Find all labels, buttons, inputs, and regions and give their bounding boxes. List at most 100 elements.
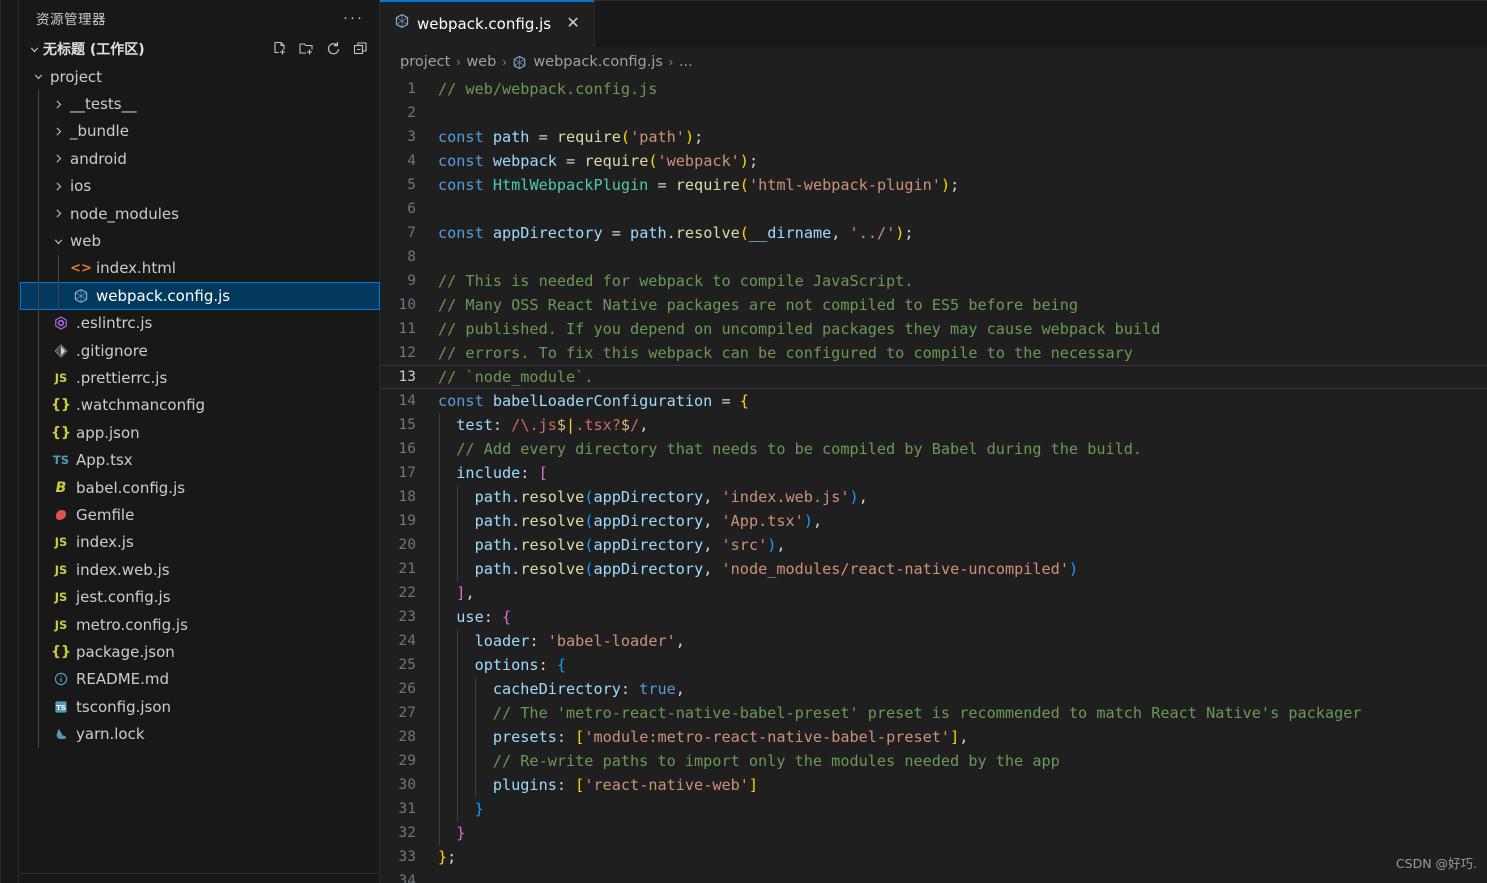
tree-folder-project[interactable]: project bbox=[20, 63, 380, 90]
file-tree[interactable]: project __tests__ _bundle android ios node_mo… bbox=[20, 63, 380, 748]
tree-file-webpack-config-js[interactable]: webpack.config.js bbox=[20, 282, 380, 310]
chevron-right-icon[interactable] bbox=[50, 178, 66, 194]
tree-file-gemfile[interactable]: Gemfile bbox=[20, 501, 380, 530]
code-editor[interactable]: 1// web/webpack.config.js 2 3 const path = … bbox=[380, 77, 1487, 883]
typescript-react-file-icon: TS bbox=[52, 453, 70, 468]
tree-file--prettierrc-js[interactable]: JS .prettierrc.js bbox=[20, 364, 380, 393]
tree-file-readme-md[interactable]: README.md bbox=[20, 665, 380, 694]
line-number: 16 bbox=[398, 441, 416, 457]
chevron-right-icon[interactable] bbox=[50, 151, 66, 167]
breadcrumb-item-file[interactable]: webpack.config.js bbox=[533, 54, 663, 70]
tree-folder-web[interactable]: web bbox=[20, 227, 380, 256]
code-line[interactable]: 27 // The 'metro-react-native-babel-pres… bbox=[380, 701, 1487, 725]
code-line[interactable]: 16 // Add every directory that needs to … bbox=[380, 437, 1487, 461]
code-line[interactable]: 5 const HtmlWebpackPlugin = require('html… bbox=[380, 173, 1487, 197]
tree-file-jest-config-js[interactable]: JS jest.config.js bbox=[20, 583, 380, 612]
tree-folder--bundle[interactable]: _bundle bbox=[20, 117, 380, 146]
tree-file-tsconfig-json[interactable]: TS tsconfig.json bbox=[20, 692, 380, 721]
code-line[interactable]: 4 const webpack = require('webpack'); bbox=[380, 149, 1487, 173]
chevron-right-icon[interactable] bbox=[50, 123, 66, 139]
tree-file--eslintrc-js[interactable]: .eslintrc.js bbox=[20, 309, 380, 338]
indent-spacer bbox=[30, 501, 50, 530]
code-line[interactable]: 11 // published. If you depend on uncompi… bbox=[380, 317, 1487, 341]
chevron-down-icon[interactable] bbox=[50, 233, 66, 249]
tree-item-label: jest.config.js bbox=[76, 588, 171, 607]
tree-folder-ios[interactable]: ios bbox=[20, 172, 380, 201]
code-token: // This is needed for webpack to compile… bbox=[438, 272, 914, 290]
code-token: / bbox=[630, 416, 640, 434]
chevron-right-icon[interactable] bbox=[50, 96, 66, 112]
code-line[interactable]: 9 // This is needed for webpack to compil… bbox=[380, 269, 1487, 293]
new-folder-icon[interactable] bbox=[297, 40, 316, 59]
indent-guide bbox=[438, 701, 440, 725]
line-number: 9 bbox=[407, 273, 416, 289]
tree-folder-android[interactable]: android bbox=[20, 145, 380, 173]
code-line[interactable]: 19 path.resolve(appDirectory, 'App.tsx')… bbox=[380, 509, 1487, 533]
code-line-text: const HtmlWebpackPlugin = require('html-… bbox=[438, 176, 959, 194]
indent-spacer bbox=[30, 556, 50, 584]
tree-file-yarn-lock[interactable]: yarn.lock bbox=[20, 720, 380, 748]
indent-spacer bbox=[20, 419, 30, 446]
code-line[interactable]: 22 ], bbox=[380, 581, 1487, 605]
tree-file-app-tsx[interactable]: TS App.tsx bbox=[20, 446, 380, 475]
code-line[interactable]: 7 const appDirectory = path.resolve(__dir… bbox=[380, 221, 1487, 245]
code-line[interactable]: 25 options: { bbox=[380, 653, 1487, 677]
breadcrumb-item-project[interactable]: project bbox=[400, 54, 450, 70]
code-line[interactable]: 1 // web/webpack.config.js bbox=[380, 77, 1487, 101]
code-line[interactable]: 32 } bbox=[380, 821, 1487, 845]
collapse-all-icon[interactable] bbox=[351, 40, 370, 59]
code-line[interactable]: 12 // errors. To fix this webpack can be … bbox=[380, 341, 1487, 365]
tree-file-index-js[interactable]: JS index.js bbox=[20, 528, 380, 557]
new-file-icon[interactable] bbox=[270, 40, 289, 59]
code-line[interactable]: 20 path.resolve(appDirectory, 'src'), bbox=[380, 533, 1487, 557]
explorer-more-actions-button[interactable]: ··· bbox=[341, 10, 366, 26]
tree-file--watchmanconfig[interactable]: {} .watchmanconfig bbox=[20, 391, 380, 420]
code-line[interactable]: 6 bbox=[380, 197, 1487, 221]
chevron-down-icon[interactable] bbox=[30, 69, 46, 85]
tree-file-index-web-js[interactable]: JS index.web.js bbox=[20, 556, 380, 584]
tree-file-app-json[interactable]: {} app.json bbox=[20, 419, 380, 447]
tree-folder--tests-[interactable]: __tests__ bbox=[20, 90, 380, 119]
line-number: 19 bbox=[398, 513, 416, 529]
code-line[interactable]: 30 plugins: ['react-native-web'] bbox=[380, 773, 1487, 797]
code-line[interactable]: 10 // Many OSS React Native packages are … bbox=[380, 293, 1487, 317]
tree-file-metro-config-js[interactable]: JS metro.config.js bbox=[20, 610, 380, 639]
code-line[interactable]: 31 } bbox=[380, 797, 1487, 821]
code-token: path bbox=[438, 560, 512, 578]
code-line[interactable]: 26 cacheDirectory: true, bbox=[380, 677, 1487, 701]
line-number: 11 bbox=[398, 321, 416, 337]
babel-file-icon: B bbox=[55, 479, 67, 496]
indent-spacer bbox=[50, 254, 70, 283]
chevron-right-icon[interactable] bbox=[50, 206, 66, 222]
code-line[interactable]: 15 test: /\.js$|.tsx?$/, bbox=[380, 413, 1487, 437]
workspace-header-row[interactable]: 无标题 (工作区) bbox=[20, 35, 380, 63]
indent-spacer bbox=[50, 282, 70, 310]
editor-tab-webpack-config[interactable]: webpack.config.js ✕ bbox=[380, 0, 596, 47]
indent-spacer bbox=[20, 200, 30, 227]
code-line[interactable]: 33}; bbox=[380, 845, 1487, 869]
code-line[interactable]: 8 bbox=[380, 245, 1487, 269]
code-line[interactable]: 34 bbox=[380, 869, 1487, 883]
tree-file--gitignore[interactable]: .gitignore bbox=[20, 336, 380, 365]
code-line[interactable]: 24 loader: 'babel-loader', bbox=[380, 629, 1487, 653]
tree-file-babel-config-js[interactable]: Bbabel.config.js bbox=[20, 473, 380, 502]
close-icon[interactable]: ✕ bbox=[564, 15, 582, 33]
code-line[interactable]: 28 presets: ['module:metro-react-native-… bbox=[380, 725, 1487, 749]
code-line[interactable]: 2 bbox=[380, 101, 1487, 125]
code-line[interactable]: 17 include: [ bbox=[380, 461, 1487, 485]
code-line[interactable]: 21 path.resolve(appDirectory, 'node_modu… bbox=[380, 557, 1487, 581]
code-token: ) bbox=[940, 176, 951, 194]
code-line[interactable]: 18 path.resolve(appDirectory, 'index.web… bbox=[380, 485, 1487, 509]
code-line[interactable]: 3 const path = require('path'); bbox=[380, 125, 1487, 149]
breadcrumb-item-web[interactable]: web bbox=[466, 54, 496, 70]
code-line[interactable]: 29 // Re-write paths to import only the … bbox=[380, 749, 1487, 773]
code-line[interactable]: 14 const babelLoaderConfiguration = { bbox=[380, 389, 1487, 413]
refresh-icon[interactable] bbox=[324, 40, 343, 59]
tree-file-index-html[interactable]: <> index.html bbox=[20, 254, 380, 283]
indent-spacer bbox=[20, 392, 30, 419]
code-line[interactable]: 23 use: { bbox=[380, 605, 1487, 629]
tree-folder-node-modules[interactable]: node_modules bbox=[20, 199, 380, 228]
breadcrumb-item-symbols[interactable]: ... bbox=[679, 54, 693, 70]
code-line[interactable]: 13 // `node_module`. bbox=[380, 365, 1487, 389]
tree-file-package-json[interactable]: {} package.json bbox=[20, 638, 380, 666]
